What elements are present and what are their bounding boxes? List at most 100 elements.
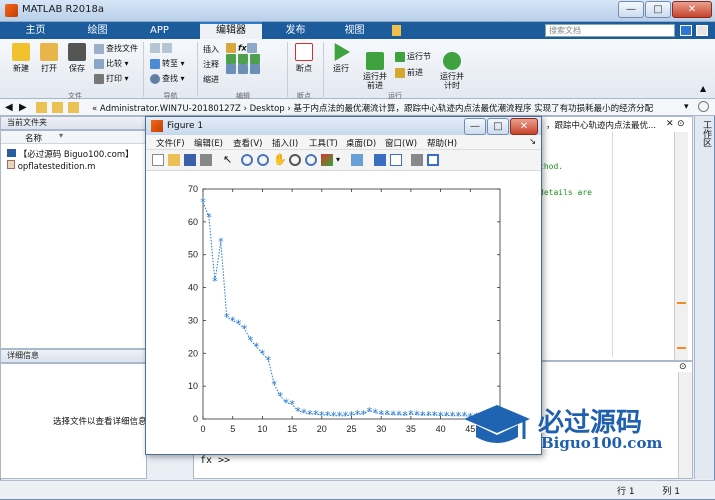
- new-figure-icon[interactable]: [152, 154, 164, 166]
- compare-button[interactable]: 比较 ▾: [94, 58, 129, 69]
- breakpoints-button[interactable]: 断点: [290, 43, 318, 74]
- breakpoints-label: 断点: [296, 64, 312, 73]
- figure-minimize-button[interactable]: —: [464, 118, 486, 135]
- tab-apps[interactable]: APP: [132, 22, 187, 39]
- hide-tools-icon[interactable]: [411, 154, 423, 166]
- column-header[interactable]: 名称 ▾: [1, 131, 146, 144]
- data-cursor-icon[interactable]: [305, 154, 317, 166]
- menu-help[interactable]: 帮助(H): [427, 137, 457, 149]
- legend-icon[interactable]: [390, 154, 402, 166]
- name-column-header[interactable]: 名称: [25, 132, 42, 144]
- decrease-indent-icon[interactable]: [250, 64, 260, 74]
- current-path[interactable]: « Administrator.WIN7U-20180127Z › Deskto…: [92, 102, 653, 114]
- indent-button[interactable]: 缩进: [203, 74, 219, 85]
- open-file-icon[interactable]: [168, 154, 180, 166]
- collapse-toolstrip-icon[interactable]: ▲: [700, 84, 706, 93]
- back-arrow-icon[interactable]: ◀: [5, 102, 16, 113]
- tab-plots[interactable]: 绘图: [70, 22, 125, 39]
- workspace-tab[interactable]: 工作区: [699, 120, 711, 147]
- advance-button[interactable]: 前进: [395, 67, 423, 78]
- list-item[interactable]: 【必过源码 Biguo100.com】: [7, 148, 134, 160]
- tab-publish[interactable]: 发布: [268, 22, 323, 39]
- menu-desktop[interactable]: 桌面(D): [346, 137, 376, 149]
- comment-button[interactable]: 注释: [203, 59, 219, 70]
- command-scrollbar[interactable]: [678, 372, 692, 478]
- increase-indent-icon[interactable]: [238, 64, 248, 74]
- uncomment-icon[interactable]: [238, 53, 248, 64]
- link-plot-icon[interactable]: [351, 154, 363, 166]
- path-dropdown-icon[interactable]: ▾: [684, 102, 689, 112]
- menu-view[interactable]: 查看(V): [233, 137, 262, 149]
- menu-file[interactable]: 文件(F): [156, 137, 185, 149]
- code-line[interactable]: details are: [539, 188, 592, 197]
- editor-scrollbar[interactable]: [674, 132, 688, 369]
- sort-icon[interactable]: ▾: [59, 131, 63, 140]
- zoom-out-icon[interactable]: [257, 154, 269, 166]
- rotate-icon[interactable]: [289, 154, 301, 166]
- run-button[interactable]: 运行: [327, 43, 355, 74]
- minimize-button[interactable]: —: [618, 1, 644, 18]
- forward-arrow-icon[interactable]: ▶: [19, 102, 30, 113]
- warning-marker[interactable]: [677, 302, 686, 304]
- warning-marker[interactable]: [677, 347, 686, 349]
- run-section-button[interactable]: 运行节: [395, 51, 431, 62]
- close-button[interactable]: ✕: [672, 1, 712, 18]
- show-tools-icon[interactable]: [427, 154, 439, 166]
- menu-insert[interactable]: 插入(I): [272, 137, 298, 149]
- search-path-icon[interactable]: [698, 101, 709, 112]
- quick-access-icon[interactable]: [392, 25, 401, 36]
- code-line[interactable]: thod.: [539, 162, 563, 171]
- wrap-icon[interactable]: [250, 53, 260, 64]
- figure-close-button[interactable]: ✕: [510, 118, 538, 135]
- menu-dock-icon[interactable]: ↘: [529, 137, 536, 147]
- comment-label: 注释: [203, 60, 219, 69]
- comment-icon[interactable]: [226, 53, 236, 64]
- back-forward[interactable]: [150, 43, 174, 53]
- insert-icon[interactable]: [226, 43, 236, 53]
- brush-icon[interactable]: [321, 154, 333, 166]
- pan-icon[interactable]: ✋: [273, 154, 287, 166]
- save-figure-icon[interactable]: [184, 154, 196, 166]
- help-icon[interactable]: [696, 25, 708, 36]
- run-time-button[interactable]: 运行并 计时: [436, 43, 468, 99]
- workspace-strip[interactable]: 工作区: [694, 116, 714, 479]
- list-item[interactable]: opflatestedition.m: [7, 160, 95, 172]
- search-input[interactable]: 搜索文档: [545, 24, 675, 37]
- new-button[interactable]: 新建: [8, 43, 34, 74]
- find-files-button[interactable]: 查找文件: [94, 43, 138, 54]
- editor-close-icon[interactable]: ✕: [666, 119, 674, 129]
- open-button[interactable]: 打开: [36, 43, 62, 74]
- brush-dropdown-icon[interactable]: ▾: [336, 155, 340, 164]
- editor-menu-icon[interactable]: ⊙: [677, 119, 685, 129]
- insert-options-icon[interactable]: [246, 43, 257, 53]
- folder-path-icon[interactable]: [68, 102, 79, 113]
- pointer-icon[interactable]: ↖: [223, 154, 235, 166]
- find-button[interactable]: 查找 ▾: [150, 73, 185, 84]
- run-section-icon: [395, 51, 405, 62]
- maximize-button[interactable]: □: [645, 1, 671, 18]
- col-value: 1: [674, 487, 680, 497]
- m-file-icon: [7, 160, 15, 169]
- colorbar-icon[interactable]: [374, 154, 386, 166]
- up-folder-icon[interactable]: [36, 102, 47, 113]
- save-button[interactable]: 保存: [64, 43, 90, 74]
- fx-icon[interactable]: fx: [238, 44, 247, 53]
- command-menu-icon[interactable]: ⊙: [679, 362, 687, 372]
- figure-maximize-button[interactable]: □: [487, 118, 509, 135]
- command-prompt[interactable]: fx >>: [200, 455, 230, 466]
- menu-window[interactable]: 窗口(W): [385, 137, 417, 149]
- insert-button[interactable]: 插入: [203, 44, 219, 55]
- browse-folder-icon[interactable]: [52, 102, 63, 113]
- indent-icon[interactable]: [226, 64, 236, 74]
- zoom-in-icon[interactable]: [241, 154, 253, 166]
- community-icon[interactable]: [680, 25, 692, 36]
- print-figure-icon[interactable]: [200, 154, 212, 166]
- menu-edit[interactable]: 编辑(E): [194, 137, 223, 149]
- tab-view[interactable]: 视图: [327, 22, 382, 39]
- menu-tools[interactable]: 工具(T): [309, 137, 338, 149]
- editor-tab[interactable]: ，跟踪中心轨迹内点法最优...: [546, 119, 656, 131]
- print-button[interactable]: 打印 ▾: [94, 73, 129, 84]
- tab-editor[interactable]: 编辑器: [200, 22, 262, 39]
- goto-button[interactable]: 转至 ▾: [150, 58, 185, 69]
- tab-home[interactable]: 主页: [8, 22, 63, 39]
